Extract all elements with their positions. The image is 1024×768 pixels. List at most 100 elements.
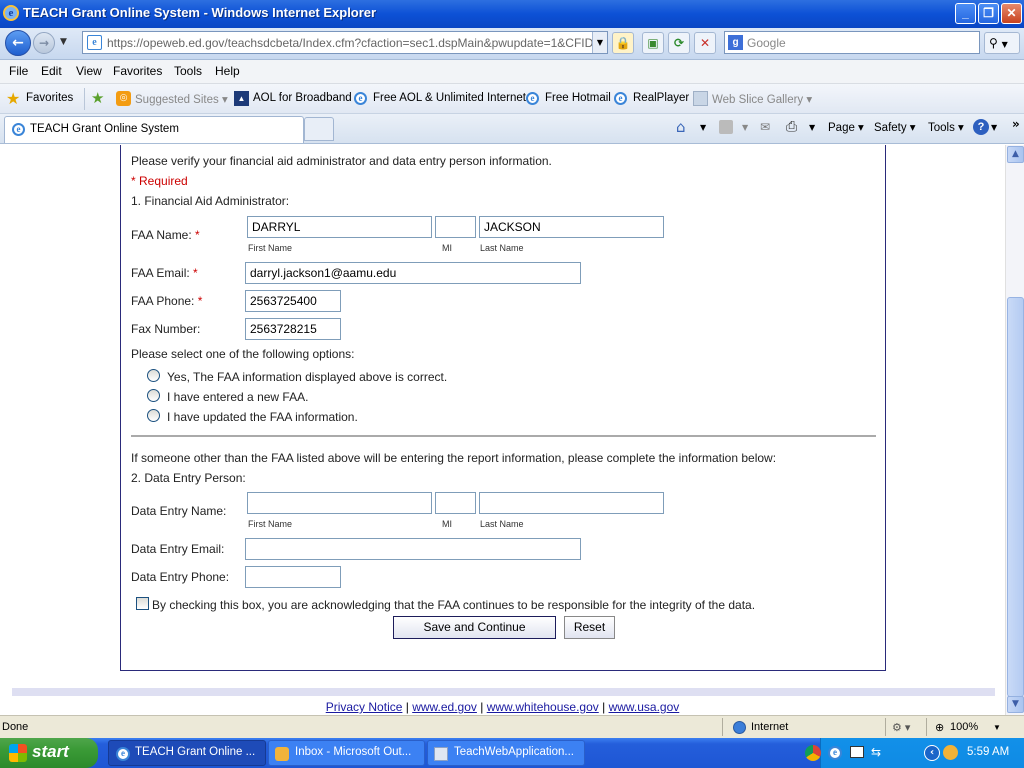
de-first-name-input[interactable] — [247, 492, 432, 514]
free-hotmail-link[interactable]: Free Hotmail — [545, 92, 611, 104]
faa-first-name-input[interactable]: DARRYL — [247, 216, 432, 238]
scroll-thumb[interactable] — [1007, 297, 1024, 697]
status-text: Done — [2, 721, 29, 733]
whitehouse-gov-link[interactable]: www.whitehouse.gov — [487, 700, 599, 714]
suggested-sites-link[interactable]: Suggested Sites ▾ — [135, 92, 228, 106]
de-last-name-input[interactable] — [479, 492, 664, 514]
address-bar[interactable]: e https://opeweb.ed.gov/teachsdcbeta/Ind… — [82, 31, 608, 54]
new-tab-button[interactable] — [304, 117, 334, 141]
free-aol-link[interactable]: Free AOL & Unlimited Internet — [373, 92, 526, 104]
faa-phone-input[interactable]: 2563725400 — [245, 290, 341, 312]
chrome-icon[interactable] — [805, 745, 821, 761]
home-dropdown[interactable]: ▼ — [700, 123, 706, 132]
security-zone[interactable]: Internet — [751, 721, 788, 733]
feeds-dropdown[interactable]: ▼ — [742, 123, 748, 132]
minimize-button[interactable]: _ — [955, 3, 976, 24]
faa-mi-input[interactable] — [435, 216, 476, 238]
compatibility-view-icon[interactable]: ▣ — [642, 32, 664, 54]
forward-button[interactable]: → — [33, 32, 55, 54]
de-mi-input[interactable] — [435, 492, 476, 514]
scroll-down-button[interactable]: ▼ — [1007, 696, 1024, 713]
scroll-up-button[interactable]: ▲ — [1007, 146, 1024, 163]
zoom-dropdown[interactable]: ▼ — [993, 723, 1001, 732]
taskbar-item-teachwebapp[interactable]: TeachWebApplication... — [427, 740, 585, 766]
menu-edit[interactable]: Edit — [41, 64, 62, 78]
vertical-scrollbar[interactable]: ▲ ▼ — [1005, 145, 1024, 715]
status-bar: Done Internet ⚙ ▾ ⊕ 100% ▼ — [0, 715, 1024, 738]
back-button[interactable]: ← — [5, 30, 31, 56]
safety-menu[interactable]: Safety ▾ — [874, 120, 916, 134]
intro-text: Please verify your financial aid adminis… — [131, 154, 552, 168]
menu-view[interactable]: View — [76, 64, 102, 78]
menu-tools[interactable]: Tools — [174, 64, 202, 78]
save-and-continue-button[interactable]: Save and Continue — [393, 616, 556, 639]
print-icon[interactable]: ⎙ — [786, 119, 797, 135]
page-menu[interactable]: Page ▾ — [828, 120, 864, 134]
faa-email-input[interactable]: darryl.jackson1@aamu.edu — [245, 262, 581, 284]
data-entry-email-label: Data Entry Email: — [131, 542, 225, 556]
de-phone-input[interactable] — [245, 566, 341, 588]
print-dropdown[interactable]: ▼ — [809, 123, 815, 132]
required-asterisk: * — [197, 294, 203, 308]
mi-caption: MI — [442, 519, 452, 529]
search-box[interactable]: g Google — [724, 31, 980, 54]
ed-gov-link[interactable]: www.ed.gov — [412, 700, 477, 714]
ie-tray-icon[interactable]: e — [828, 746, 842, 760]
chevron-right-icon[interactable]: » — [1012, 117, 1020, 131]
network-tray-icon[interactable]: ⇆ — [871, 745, 881, 759]
tab-teach-grant[interactable]: e TEACH Grant Online System — [4, 116, 304, 143]
menu-file[interactable]: File — [9, 64, 28, 78]
realplayer-link[interactable]: RealPlayer — [633, 92, 689, 104]
feeds-icon[interactable] — [719, 120, 733, 134]
fax-label: Fax Number: — [131, 322, 201, 336]
acknowledge-checkbox[interactable] — [136, 597, 149, 610]
maximize-button[interactable]: ❐ — [978, 3, 999, 24]
menu-favorites[interactable]: Favorites — [113, 64, 162, 78]
option-updated-radio[interactable] — [147, 409, 160, 422]
zoom-icon[interactable]: ⊕ — [935, 721, 944, 734]
aol-broadband-link[interactable]: AOL for Broadband — [253, 92, 352, 104]
recent-pages-dropdown[interactable]: ▼ — [60, 37, 67, 47]
search-button[interactable]: ⚲ ▼ — [984, 32, 1020, 54]
messenger-tray-icon[interactable] — [943, 745, 958, 760]
clock[interactable]: 5:59 AM — [967, 746, 1009, 758]
zoom-level[interactable]: 100% — [950, 721, 978, 733]
help-icon[interactable]: ? — [973, 119, 989, 135]
fax-input[interactable]: 2563728215 — [245, 318, 341, 340]
option-correct-radio[interactable] — [147, 369, 160, 382]
de-email-input[interactable] — [245, 538, 581, 560]
data-entry-name-label: Data Entry Name: — [131, 504, 227, 518]
faa-email-label: FAA Email: * — [131, 266, 198, 280]
read-mail-icon[interactable]: ✉ — [760, 120, 770, 134]
tools-menu[interactable]: Tools ▾ — [928, 120, 964, 134]
ie-page-icon: e — [12, 123, 25, 136]
lock-icon[interactable]: 🔒 — [612, 32, 634, 54]
taskbar-item-outlook[interactable]: Inbox - Microsoft Out... — [268, 740, 425, 766]
start-button[interactable]: start — [0, 738, 98, 768]
reset-button[interactable]: Reset — [564, 616, 615, 639]
menu-help[interactable]: Help — [215, 64, 240, 78]
faa-last-name-input[interactable]: JACKSON — [479, 216, 664, 238]
stop-icon[interactable]: ✕ — [694, 32, 716, 54]
protected-mode-icon[interactable]: ⚙ ▾ — [892, 721, 910, 734]
refresh-icon[interactable]: ⟳ — [668, 32, 690, 54]
privacy-notice-link[interactable]: Privacy Notice — [326, 700, 403, 714]
address-dropdown[interactable]: ▼ — [592, 32, 607, 53]
web-slice-gallery-link[interactable]: Web Slice Gallery ▾ — [712, 92, 812, 106]
add-favorites-icon[interactable]: ★ — [91, 89, 104, 107]
option-new-faa-radio[interactable] — [147, 389, 160, 402]
footer-links: Privacy Notice | www.ed.gov | www.whiteh… — [325, 700, 680, 714]
show-hidden-icons-button[interactable]: ‹ — [924, 745, 940, 761]
help-dropdown[interactable]: ▼ — [991, 123, 997, 132]
usa-gov-link[interactable]: www.usa.gov — [609, 700, 680, 714]
first-name-caption: First Name — [248, 519, 293, 529]
suggested-sites-icon: ◎ — [116, 91, 131, 106]
taskbar-item-teach-grant[interactable]: e TEACH Grant Online ... — [108, 740, 266, 766]
data-entry-phone-label: Data Entry Phone: — [131, 570, 230, 584]
option-correct-label: Yes, The FAA information displayed above… — [167, 370, 448, 384]
close-button[interactable]: ✕ — [1001, 3, 1022, 24]
home-icon[interactable]: ⌂ — [676, 118, 686, 136]
favorites-button[interactable]: Favorites — [26, 92, 73, 104]
ie-icon: e — [116, 747, 130, 761]
display-tray-icon[interactable] — [850, 746, 864, 758]
